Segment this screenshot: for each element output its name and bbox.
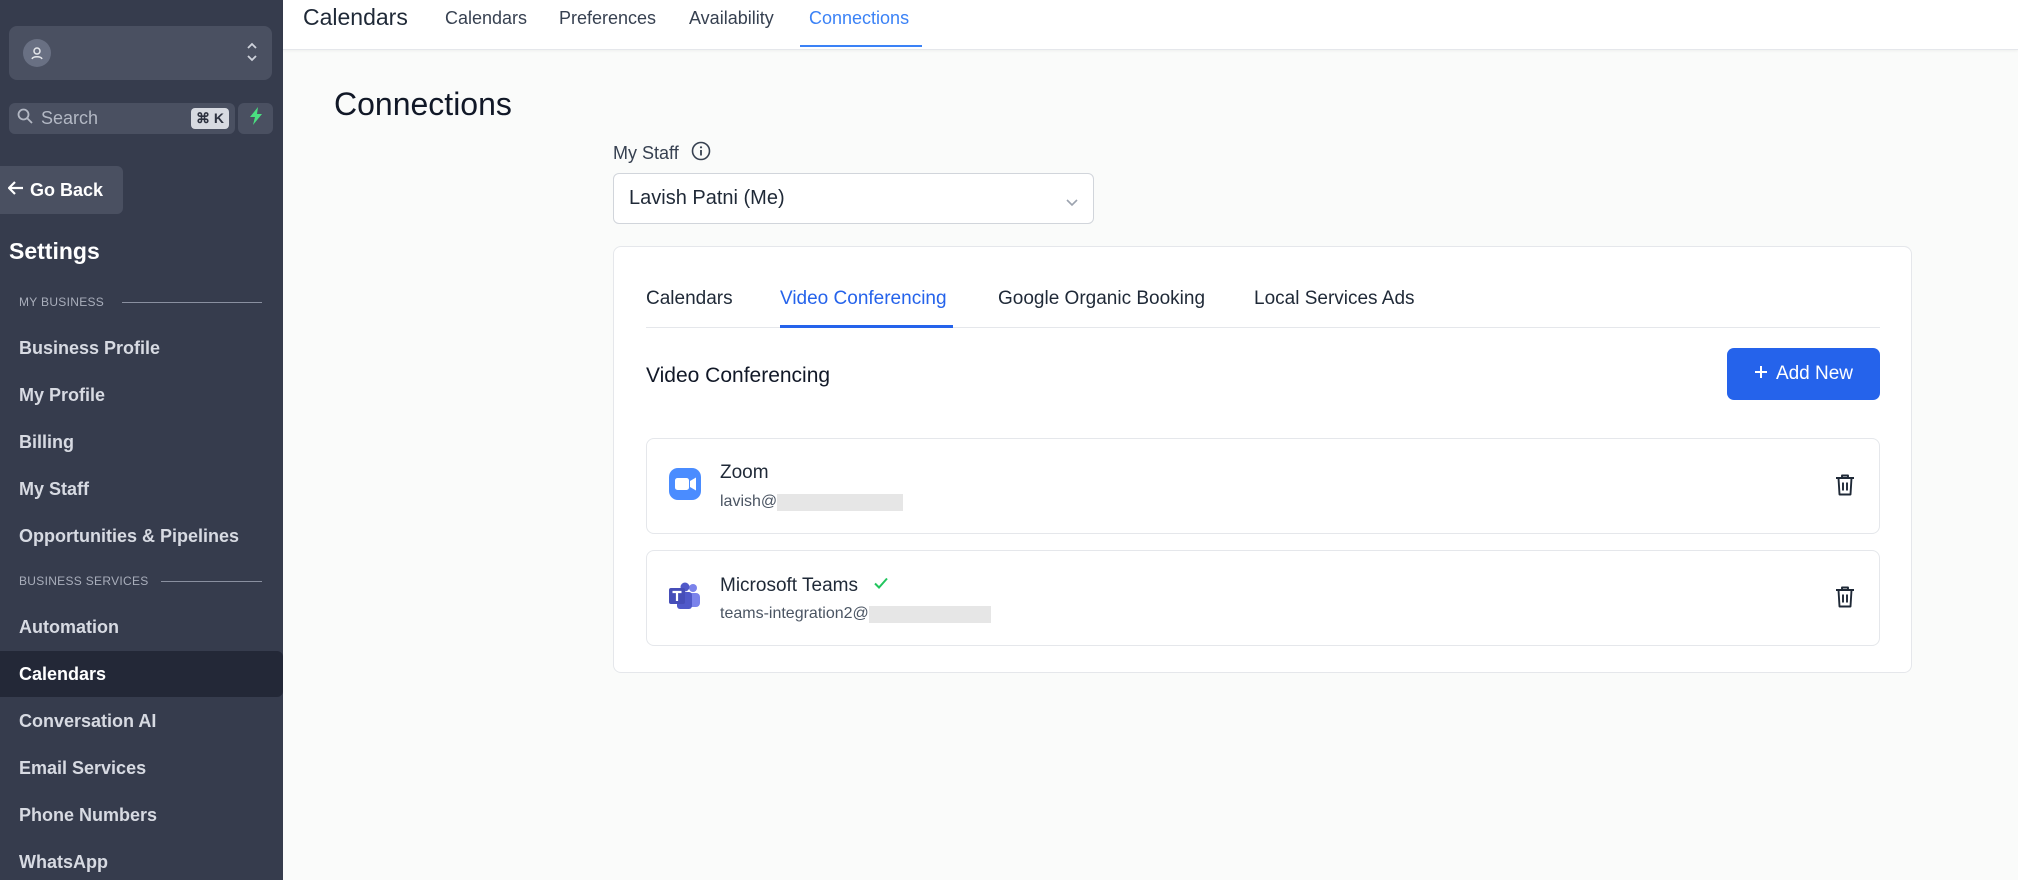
connections-card: Calendars Video Conferencing Google Orga… xyxy=(613,246,1912,673)
staff-label-text: My Staff xyxy=(613,143,679,163)
section-heading: Video Conferencing xyxy=(646,364,831,387)
sidebar-item-automation[interactable]: Automation xyxy=(0,604,283,650)
active-card-tab-indicator xyxy=(780,325,953,328)
connection-row-zoom: Zoom lavish@ xyxy=(646,438,1880,534)
go-back-button[interactable]: Go Back xyxy=(0,166,123,214)
trash-icon[interactable] xyxy=(1834,473,1856,502)
staff-select[interactable]: Lavish Patni (Me) xyxy=(613,173,1094,224)
info-icon[interactable] xyxy=(691,141,711,166)
verified-check-icon xyxy=(872,574,890,598)
connection-email-text: lavish@ xyxy=(720,493,778,510)
search-icon xyxy=(17,108,33,129)
quick-actions-button[interactable] xyxy=(238,103,273,134)
connection-email: teams-integration2@ xyxy=(720,605,991,623)
account-switcher[interactable] xyxy=(9,26,272,80)
sidebar-item-email-services[interactable]: Email Services xyxy=(0,745,283,791)
sidebar-item-whatsapp[interactable]: WhatsApp xyxy=(0,839,283,880)
connection-row-microsoft-teams: Microsoft Teams teams-integration2@ xyxy=(646,550,1880,646)
sidebar-item-my-profile[interactable]: My Profile xyxy=(0,372,283,418)
lightning-icon xyxy=(249,107,263,130)
tab-calendars[interactable]: Calendars xyxy=(445,8,527,29)
tab-card-calendars[interactable]: Calendars xyxy=(646,288,733,310)
connection-name: Zoom xyxy=(720,462,769,484)
plus-icon xyxy=(1754,363,1768,385)
location-avatar-icon xyxy=(23,39,51,67)
section-label-text: MY BUSINESS xyxy=(19,295,105,309)
page-title: Connections xyxy=(334,86,512,122)
trash-icon[interactable] xyxy=(1834,585,1856,614)
sidebar-item-opportunities-pipelines[interactable]: Opportunities & Pipelines xyxy=(0,513,283,559)
connection-email: lavish@ xyxy=(720,493,904,511)
app-title: Calendars xyxy=(303,4,408,30)
sidebar-item-billing[interactable]: Billing xyxy=(0,419,283,465)
microsoft-teams-icon xyxy=(668,579,702,613)
zoom-icon xyxy=(668,467,702,501)
search-shortcut-badge: ⌘ K xyxy=(191,108,229,129)
add-new-label: Add New xyxy=(1775,363,1854,384)
sidebar-item-phone-numbers[interactable]: Phone Numbers xyxy=(0,792,283,838)
redacted-block xyxy=(868,605,991,623)
redacted-block xyxy=(777,493,904,511)
staff-select-value: Lavish Patni (Me) xyxy=(629,187,785,209)
add-new-button[interactable]: Add New xyxy=(1727,348,1880,400)
section-label-my-business: MY BUSINESS xyxy=(19,295,262,309)
tab-connections[interactable]: Connections xyxy=(809,8,909,29)
settings-title: Settings xyxy=(9,238,100,264)
tab-video-conferencing[interactable]: Video Conferencing xyxy=(780,288,947,310)
tab-google-organic-booking[interactable]: Google Organic Booking xyxy=(998,288,1205,310)
connection-name-text: Microsoft Teams xyxy=(720,575,858,596)
go-back-label: Go Back xyxy=(30,179,104,200)
active-tab-indicator xyxy=(800,45,922,47)
sidebar-item-my-staff[interactable]: My Staff xyxy=(0,466,283,512)
section-label-business-services: BUSINESS SERVICES xyxy=(19,574,262,588)
tab-preferences[interactable]: Preferences xyxy=(559,8,656,29)
tab-local-services-ads[interactable]: Local Services Ads xyxy=(1254,288,1415,310)
arrow-left-icon xyxy=(7,180,24,201)
section-divider xyxy=(122,302,262,303)
chevron-up-down-icon xyxy=(246,40,258,66)
chevron-down-icon xyxy=(1065,192,1079,215)
connection-name: Microsoft Teams xyxy=(720,574,890,598)
search-input[interactable]: Search ⌘ K xyxy=(9,103,235,134)
sidebar: Search ⌘ K Go Back Settings MY BUSINESS … xyxy=(0,0,283,880)
tab-availability[interactable]: Availability xyxy=(689,8,774,29)
section-divider xyxy=(161,581,262,582)
sidebar-item-business-profile[interactable]: Business Profile xyxy=(0,325,283,371)
sidebar-item-conversation-ai[interactable]: Conversation AI xyxy=(0,698,283,744)
staff-label: My Staff xyxy=(613,141,711,166)
top-bar: Calendars Calendars Preferences Availabi… xyxy=(283,0,2018,50)
connection-name-text: Zoom xyxy=(720,462,769,483)
connection-email-text: teams-integration2@ xyxy=(720,605,869,622)
sidebar-item-calendars[interactable]: Calendars xyxy=(0,651,283,697)
search-placeholder: Search xyxy=(41,108,99,128)
section-label-text: BUSINESS SERVICES xyxy=(19,574,149,588)
